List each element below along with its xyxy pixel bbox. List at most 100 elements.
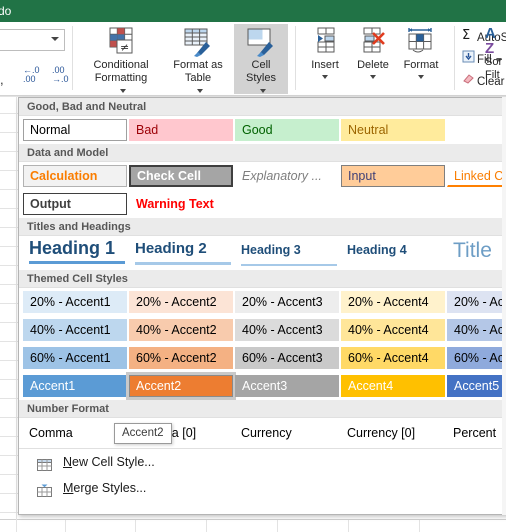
cell-styles-button[interactable]: Cell Styles <box>234 24 288 94</box>
style-linked-cell[interactable]: Linked Cell <box>447 165 506 187</box>
ribbon-divider-3 <box>454 26 455 90</box>
style-currency[interactable]: Currency <box>235 423 339 443</box>
style-comma[interactable]: Comma <box>23 423 127 443</box>
style-percent[interactable]: Percent <box>447 423 506 443</box>
group-header-number-format: Number Format <box>19 400 506 418</box>
style-row: Output Warning Text <box>19 190 506 218</box>
sort-and-filter-button[interactable]: AZ Sor Filt <box>485 26 502 82</box>
increase-decimal-icon[interactable]: .00 →.0 <box>52 66 69 84</box>
comma-style-icon[interactable]: , <box>0 72 4 87</box>
title-bar-text: do <box>0 4 12 18</box>
format-caret-row[interactable] <box>395 71 447 84</box>
group-header-themed-cell-styles: Themed Cell Styles <box>19 270 506 288</box>
chevron-down-icon[interactable] <box>418 75 424 80</box>
style-bad[interactable]: Bad <box>129 119 233 141</box>
excel-window: do , ←.0 .00 .00 →.0 ≠ Conditional Forma… <box>0 0 506 532</box>
ribbon-divider-1 <box>72 26 73 90</box>
style-normal[interactable]: Normal <box>22 118 128 142</box>
style-20-accent3[interactable]: 20% - Accent3 <box>235 291 339 313</box>
format-as-table-icon <box>181 27 215 57</box>
cell-styles-gallery[interactable]: Good, Bad and Neutral Normal Bad Good Ne… <box>18 97 506 515</box>
style-good[interactable]: Good <box>235 119 339 141</box>
style-heading-2[interactable]: Heading 2 <box>129 238 233 268</box>
new-cell-style-label: New Cell Style... <box>63 455 155 469</box>
sigma-icon: Σ <box>460 28 477 48</box>
style-heading-3[interactable]: Heading 3 <box>235 238 339 268</box>
decrease-decimal-bottom: .00 <box>23 74 36 84</box>
style-title-label: Title <box>453 239 492 262</box>
style-heading-4[interactable]: Heading 4 <box>341 238 445 268</box>
style-neutral[interactable]: Neutral <box>341 119 445 141</box>
style-input[interactable]: Input <box>341 165 445 187</box>
insert-button[interactable]: Insert <box>300 24 350 94</box>
style-60-accent4[interactable]: 60% - Accent4 <box>341 347 445 369</box>
merge-styles-label: Merge Styles... <box>63 481 147 495</box>
style-calculation[interactable]: Calculation <box>23 165 127 187</box>
style-accent5[interactable]: Accent5 <box>447 375 506 397</box>
style-40-accent4[interactable]: 40% - Accent4 <box>341 319 445 341</box>
increase-decimal-bottom: →.0 <box>52 74 69 84</box>
style-accent1[interactable]: Accent1 <box>23 375 127 397</box>
style-20-accent2[interactable]: 20% - Accent2 <box>129 291 233 313</box>
style-60-accent1[interactable]: 60% - Accent1 <box>23 347 127 369</box>
style-40-accent3[interactable]: 40% - Accent3 <box>235 319 339 341</box>
style-check-cell[interactable]: Check Cell <box>129 165 233 187</box>
merge-styles-icon <box>37 481 52 497</box>
style-60-accent2[interactable]: 60% - Accent2 <box>129 347 233 369</box>
sort-filter-label-1: Sor <box>485 56 503 68</box>
style-20-accent5[interactable]: 20% - Acce <box>447 291 506 313</box>
style-explanatory-text[interactable]: Explanatory ... <box>235 165 339 187</box>
style-40-accent5[interactable]: 40% - Acce <box>447 319 506 341</box>
style-20-accent4[interactable]: 20% - Accent4 <box>341 291 445 313</box>
delete-caret-row[interactable] <box>348 71 398 84</box>
cell-styles-label-2: Styles <box>246 72 276 84</box>
heading-2-rule <box>135 262 231 265</box>
style-title[interactable]: Title <box>447 238 506 268</box>
format-button[interactable]: Format <box>395 24 447 94</box>
style-accent4[interactable]: Accent4 <box>341 375 445 397</box>
insert-caret-row[interactable] <box>300 71 350 84</box>
style-output[interactable]: Output <box>23 193 127 215</box>
insert-cells-icon <box>308 27 342 57</box>
tooltip: Accent2 <box>114 423 172 444</box>
conditional-formatting-label-2: Formatting <box>94 72 148 84</box>
style-heading-1[interactable]: Heading 1 <box>23 238 127 268</box>
group-header-data-and-model: Data and Model <box>19 144 506 162</box>
chevron-down-icon[interactable] <box>322 75 328 80</box>
delete-button[interactable]: Delete <box>348 24 398 94</box>
gallery-scrollbar[interactable] <box>502 97 506 515</box>
ribbon-divider-2 <box>295 26 296 90</box>
conditional-formatting-label-1: Conditional <box>93 59 149 71</box>
sort-az-icon: AZ <box>485 25 496 57</box>
title-bar: do <box>0 0 506 22</box>
style-currency-0[interactable]: Currency [0] <box>341 423 445 443</box>
merge-styles-menu-item[interactable]: Merge Styles... <box>19 475 506 501</box>
decrease-decimal-icon[interactable]: ←.0 .00 <box>23 66 40 84</box>
format-as-table-button[interactable]: Format as Table <box>164 24 232 94</box>
style-accent3[interactable]: Accent3 <box>235 375 339 397</box>
number-format-combo[interactable] <box>0 29 65 51</box>
chevron-down-icon[interactable] <box>370 75 376 80</box>
style-40-accent2[interactable]: 40% - Accent2 <box>129 319 233 341</box>
style-heading-1-label: Heading 1 <box>29 238 116 258</box>
cell-styles-icon <box>244 27 278 57</box>
style-warning-text[interactable]: Warning Text <box>129 193 233 215</box>
chevron-down-icon[interactable] <box>259 89 266 94</box>
conditional-formatting-icon: ≠ <box>104 27 138 57</box>
style-row: 60% - Accent1 60% - Accent2 60% - Accent… <box>19 344 506 372</box>
chevron-down-icon <box>51 37 59 41</box>
style-accent2[interactable]: Accent2 <box>129 375 233 397</box>
style-40-accent1[interactable]: 40% - Accent1 <box>23 319 127 341</box>
number-format-row: Comma Comma [0] Currency Currency [0] Pe… <box>19 418 506 446</box>
style-heading-2-label: Heading 2 <box>135 240 207 257</box>
new-cell-style-icon <box>37 455 52 471</box>
new-cell-style-menu-item[interactable]: New Cell Style... <box>19 449 506 475</box>
style-60-accent5[interactable]: 60% - Acce <box>447 347 506 369</box>
conditional-formatting-button[interactable]: ≠ Conditional Formatting <box>80 24 162 94</box>
style-60-accent3[interactable]: 60% - Accent3 <box>235 347 339 369</box>
style-row: Accent1 Accent2 Accent3 Accent4 Accent5 <box>19 372 506 400</box>
chevron-down-icon[interactable] <box>119 89 126 94</box>
style-20-accent1[interactable]: 20% - Accent1 <box>23 291 127 313</box>
style-heading-3-label: Heading 3 <box>241 243 301 257</box>
chevron-down-icon[interactable] <box>196 89 203 94</box>
